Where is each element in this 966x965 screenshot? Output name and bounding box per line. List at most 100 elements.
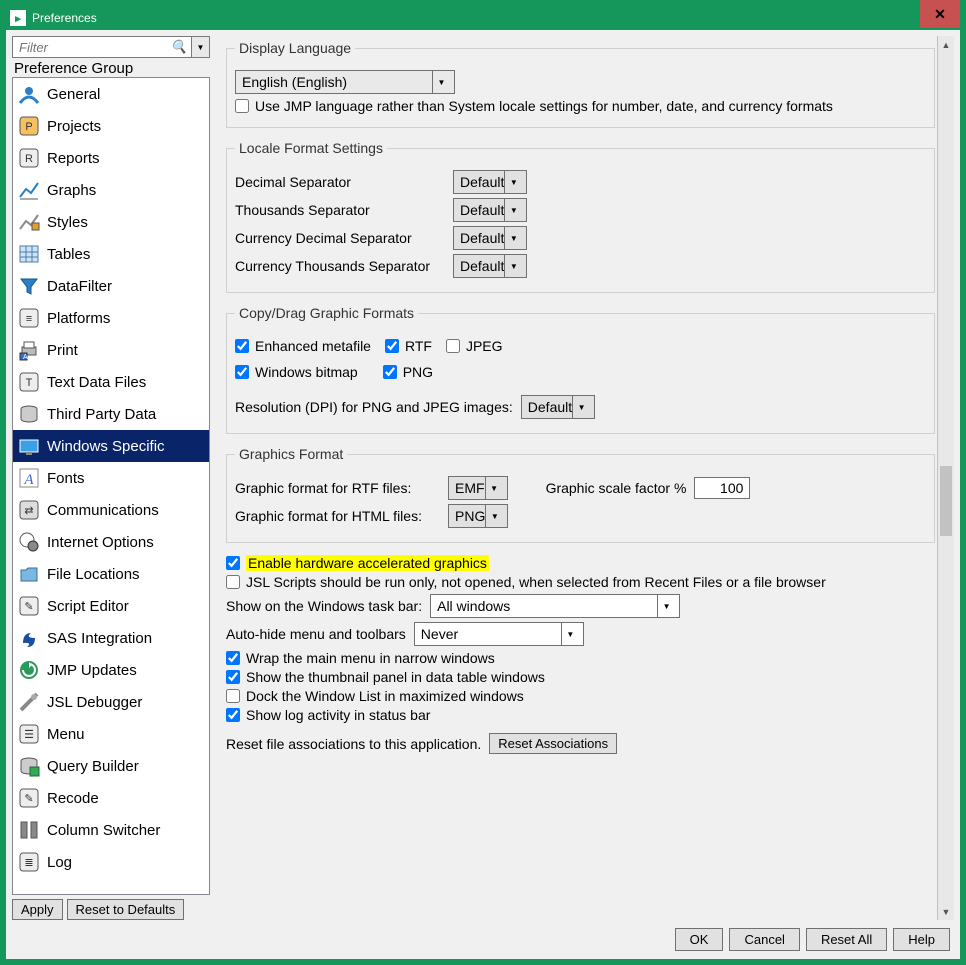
- dock-window-checkbox[interactable]: Dock the Window List in maximized window…: [226, 688, 935, 704]
- sidebar-item-sas-integration[interactable]: SAS Integration: [13, 622, 209, 654]
- fonts-icon: A: [17, 466, 41, 490]
- jsl-run-checkbox[interactable]: JSL Scripts should be run only, not open…: [226, 574, 935, 590]
- sidebar-item-datafilter[interactable]: DataFilter: [13, 270, 209, 302]
- bmp-checkbox[interactable]: Windows bitmap: [235, 364, 358, 380]
- datafilter-icon: [17, 274, 41, 298]
- sidebar-item-tables[interactable]: Tables: [13, 238, 209, 270]
- emf-checkbox[interactable]: Enhanced metafile: [235, 338, 371, 354]
- sidebar-item-fonts[interactable]: A Fonts: [13, 462, 209, 494]
- sidebar-item-label: Fonts: [47, 470, 85, 487]
- sidebar-item-label: Graphs: [47, 182, 96, 199]
- sidebar-item-log[interactable]: ≣Log: [13, 846, 209, 878]
- preference-group-label: Preference Group: [12, 58, 210, 77]
- autohide-select[interactable]: Never▼: [414, 622, 584, 646]
- graphics-format-legend: Graphics Format: [235, 446, 347, 462]
- scroll-down-icon[interactable]: ▼: [938, 903, 954, 920]
- sidebar-item-label: SAS Integration: [47, 630, 152, 647]
- reset-defaults-button[interactable]: Reset to Defaults: [67, 899, 185, 920]
- thumb-panel-checkbox[interactable]: Show the thumbnail panel in data table w…: [226, 669, 935, 685]
- internet-options-icon: [17, 530, 41, 554]
- thousands-separator-label: Thousands Separator: [235, 202, 445, 218]
- apply-button[interactable]: Apply: [12, 899, 63, 920]
- filter-input[interactable]: [17, 39, 187, 56]
- taskbar-select[interactable]: All windows▼: [430, 594, 680, 618]
- sidebar-item-menu[interactable]: ☰Menu: [13, 718, 209, 750]
- display-language-group: Display Language English (English) ▼ Use…: [226, 40, 935, 128]
- reset-associations-button[interactable]: Reset Associations: [489, 733, 617, 754]
- window-title: Preferences: [32, 11, 97, 25]
- windows-specific-icon: [17, 434, 41, 458]
- menu-icon: ☰: [17, 722, 41, 746]
- resolution-select[interactable]: Default▼: [521, 395, 595, 419]
- sidebar-item-platforms[interactable]: ≡Platforms: [13, 302, 209, 334]
- rtf-checkbox[interactable]: RTF: [385, 338, 432, 354]
- sidebar-item-communications[interactable]: ⇄Communications: [13, 494, 209, 526]
- sidebar-item-third-party-data[interactable]: Third Party Data: [13, 398, 209, 430]
- sidebar-item-query-builder[interactable]: Query Builder: [13, 750, 209, 782]
- thousands-separator-select[interactable]: Default▼: [453, 198, 527, 222]
- reset-all-button[interactable]: Reset All: [806, 928, 887, 951]
- scroll-up-icon[interactable]: ▲: [938, 36, 954, 53]
- app-icon: ▸: [10, 10, 26, 26]
- sidebar-item-internet-options[interactable]: Internet Options: [13, 526, 209, 558]
- decimal-separator-select[interactable]: Default▼: [453, 170, 527, 194]
- hw-accel-checkbox[interactable]: Enable hardware accelerated graphics: [226, 555, 935, 571]
- chevron-down-icon: ▼: [504, 255, 522, 277]
- svg-text:☰: ☰: [24, 729, 34, 741]
- use-jmp-language-checkbox[interactable]: Use JMP language rather than System loca…: [235, 98, 926, 114]
- display-language-select[interactable]: English (English) ▼: [235, 70, 455, 94]
- sidebar-item-label: DataFilter: [47, 278, 112, 295]
- resolution-label: Resolution (DPI) for PNG and JPEG images…: [235, 399, 513, 415]
- filter-dropdown[interactable]: ▼: [192, 36, 210, 58]
- display-language-legend: Display Language: [235, 40, 355, 56]
- jpeg-checkbox[interactable]: JPEG: [446, 338, 503, 354]
- scale-factor-input[interactable]: [694, 477, 750, 499]
- close-button[interactable]: ✕: [920, 0, 960, 28]
- log-activity-checkbox[interactable]: Show log activity in status bar: [226, 707, 935, 723]
- sidebar-item-recode[interactable]: ✎Recode: [13, 782, 209, 814]
- sidebar-item-general[interactable]: General: [13, 78, 209, 110]
- sidebar-item-print[interactable]: APrint: [13, 334, 209, 366]
- chevron-down-icon: ▼: [485, 505, 503, 527]
- sidebar-item-label: Tables: [47, 246, 90, 263]
- currency-thousands-select[interactable]: Default▼: [453, 254, 527, 278]
- sidebar-item-jsl-debugger[interactable]: JSL Debugger: [13, 686, 209, 718]
- filter-input-wrap[interactable]: 🔍: [12, 36, 192, 58]
- help-button[interactable]: Help: [893, 928, 950, 951]
- sidebar-item-text-data-files[interactable]: TText Data Files: [13, 366, 209, 398]
- svg-text:R: R: [25, 153, 33, 165]
- sidebar-item-jmp-updates[interactable]: JMP Updates: [13, 654, 209, 686]
- ok-button[interactable]: OK: [675, 928, 724, 951]
- sidebar-item-styles[interactable]: Styles: [13, 206, 209, 238]
- query-builder-icon: [17, 754, 41, 778]
- html-format-select[interactable]: PNG▼: [448, 504, 508, 528]
- sidebar-item-label: JSL Debugger: [47, 694, 142, 711]
- sidebar-item-column-switcher[interactable]: Column Switcher: [13, 814, 209, 846]
- scrollbar-thumb[interactable]: [940, 466, 952, 536]
- copy-drag-legend: Copy/Drag Graphic Formats: [235, 305, 418, 321]
- sidebar-item-label: Third Party Data: [47, 406, 156, 423]
- sidebar-item-windows-specific[interactable]: Windows Specific: [13, 430, 209, 462]
- vertical-scrollbar[interactable]: ▲ ▼: [937, 36, 954, 920]
- sidebar-item-reports[interactable]: RReports: [13, 142, 209, 174]
- scale-factor-label: Graphic scale factor %: [546, 480, 687, 496]
- chevron-down-icon: ▼: [432, 71, 450, 93]
- sidebar-item-projects[interactable]: PProjects: [13, 110, 209, 142]
- tables-icon: [17, 242, 41, 266]
- text-data-files-icon: T: [17, 370, 41, 394]
- sidebar-item-graphs[interactable]: Graphs: [13, 174, 209, 206]
- rtf-format-select[interactable]: EMF▼: [448, 476, 508, 500]
- currency-decimal-select[interactable]: Default▼: [453, 226, 527, 250]
- cancel-button[interactable]: Cancel: [729, 928, 799, 951]
- sidebar-item-script-editor[interactable]: ✎Script Editor: [13, 590, 209, 622]
- use-jmp-language-input[interactable]: [235, 99, 249, 113]
- settings-panel: Display Language English (English) ▼ Use…: [218, 36, 954, 920]
- sidebar-item-label: Platforms: [47, 310, 110, 327]
- graphs-icon: [17, 178, 41, 202]
- wrap-menu-checkbox[interactable]: Wrap the main menu in narrow windows: [226, 650, 935, 666]
- svg-text:⇄: ⇄: [24, 505, 33, 517]
- sidebar-item-file-locations[interactable]: File Locations: [13, 558, 209, 590]
- preference-tree[interactable]: GeneralPProjectsRReports Graphs Styles Tabl…: [12, 77, 210, 895]
- script-editor-icon: ✎: [17, 594, 41, 618]
- png-checkbox[interactable]: PNG: [383, 364, 433, 380]
